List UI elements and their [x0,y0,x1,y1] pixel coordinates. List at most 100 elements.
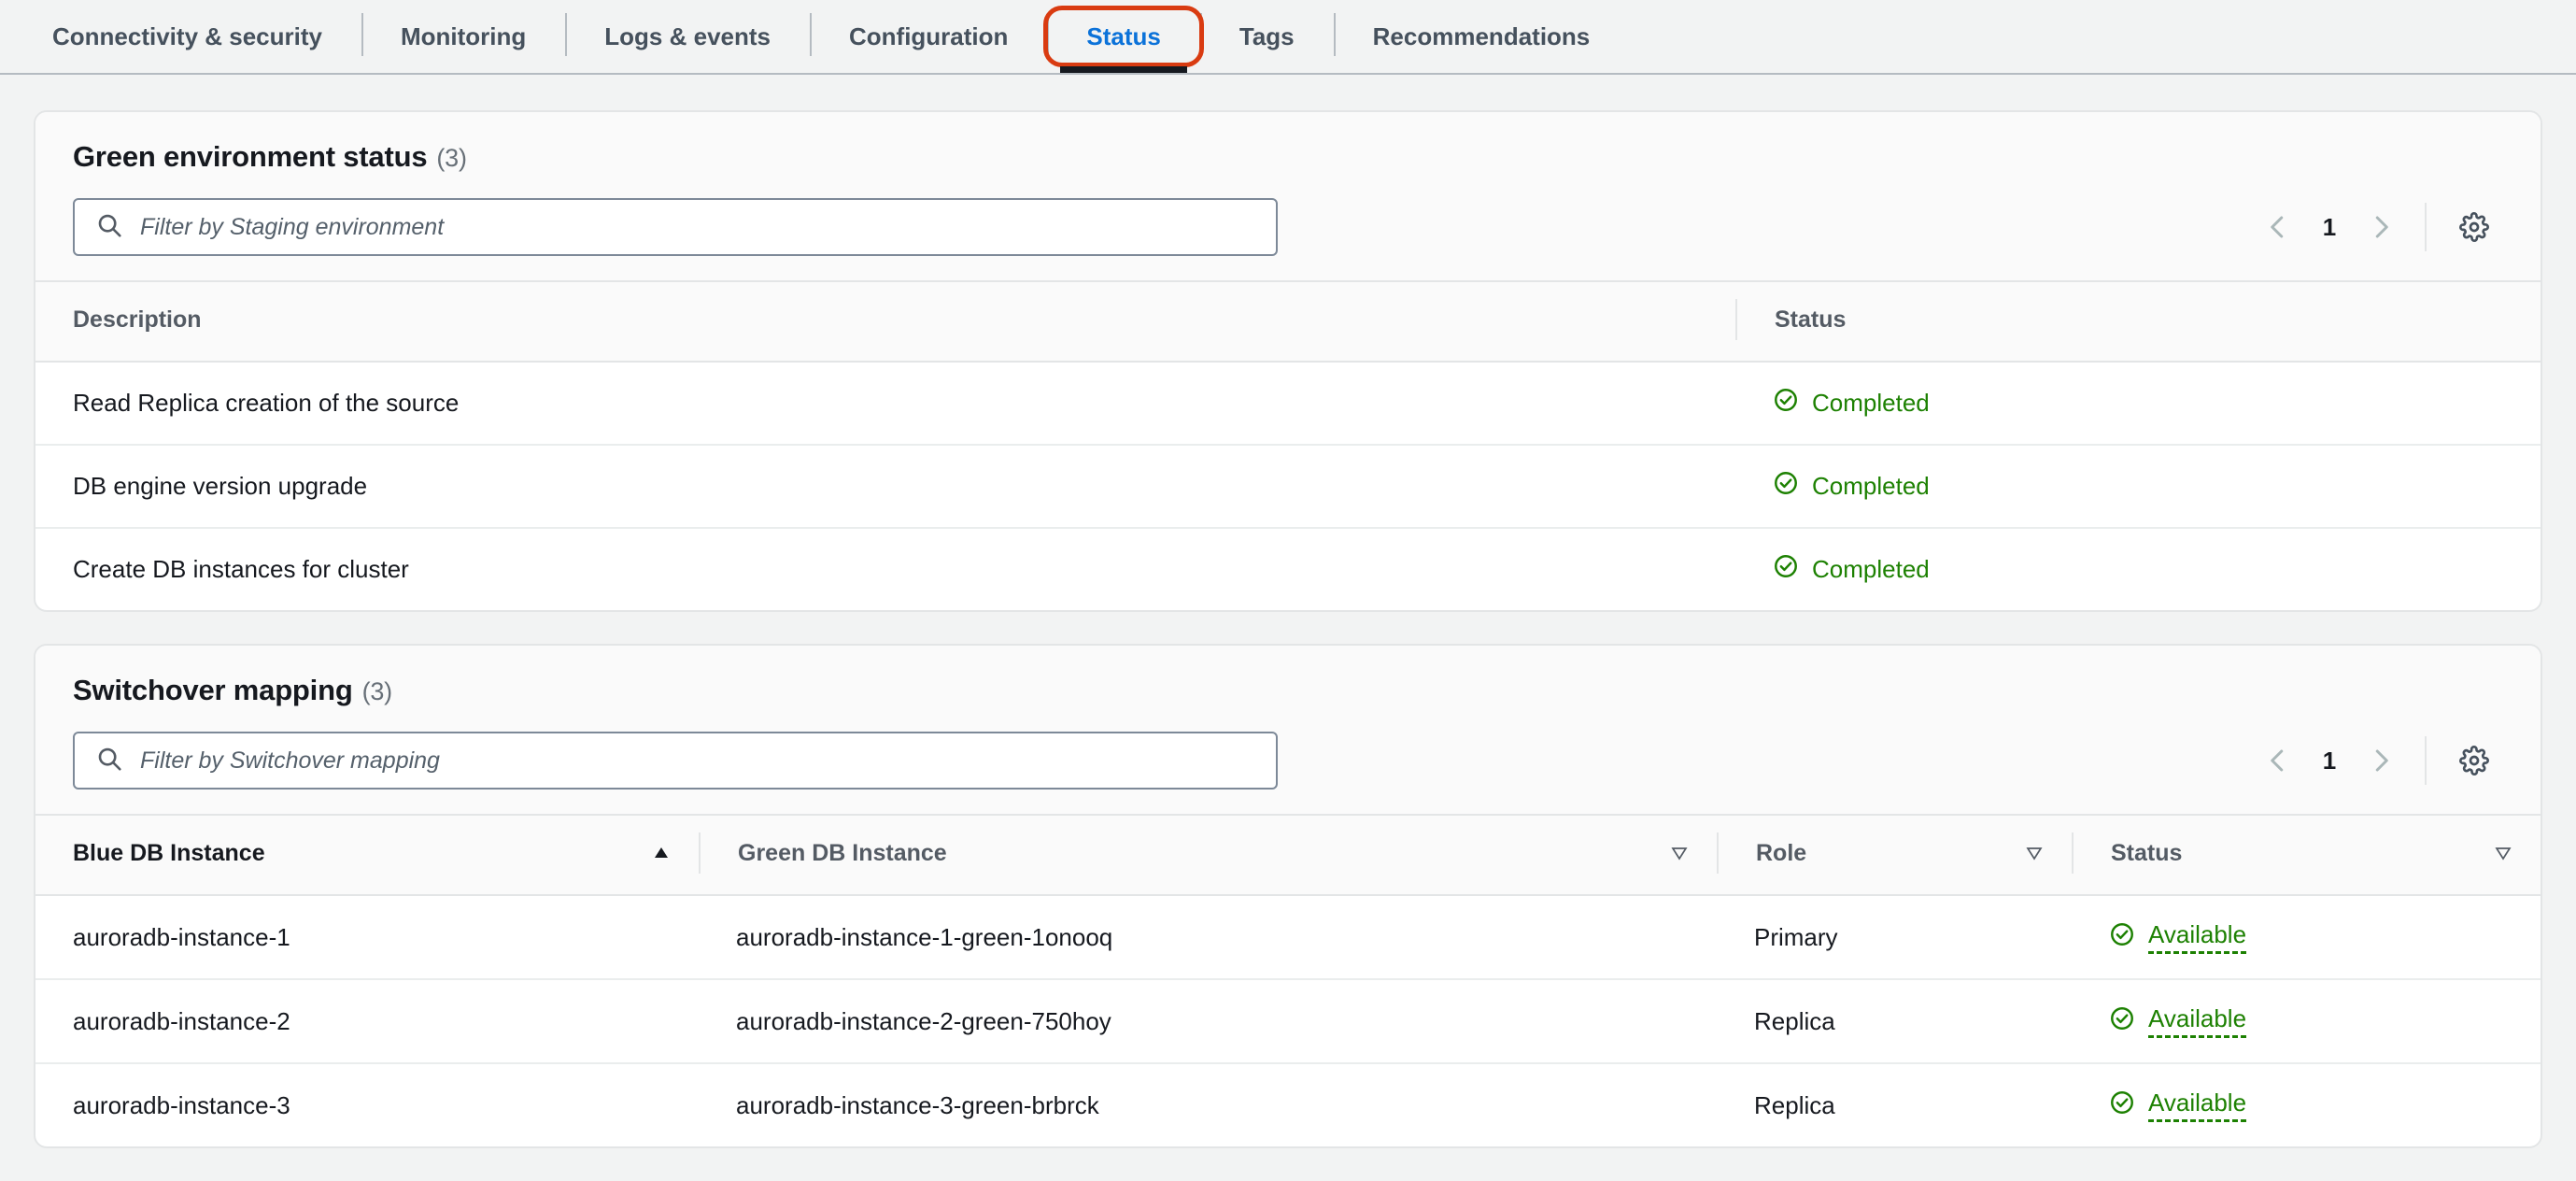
column-header-blue-db-instance[interactable]: Blue DB Instance [35,814,699,896]
tab-label: Connectivity & security [52,21,322,50]
chevron-right-icon[interactable] [2354,733,2408,788]
cell-role: Primary [1717,895,2072,980]
card-header: Green environment status (3) [35,112,2541,174]
chevron-right-icon[interactable] [2354,200,2408,254]
cell-blue-db-instance: auroradb-instance-2 [35,979,699,1064]
table-header-row: Blue DB Instance Green DB Instance Role … [35,814,2541,896]
status-badge[interactable]: Available [2148,920,2247,954]
switchover-mapping-table: Blue DB Instance Green DB Instance Role … [35,814,2541,1146]
column-header-description: Description [35,280,1735,363]
column-header-status: Status [1735,280,2541,363]
green-environment-status-card: Green environment status (3) Filter by S… [34,110,2542,612]
cell-status: Available [2072,895,2541,980]
detail-tabs: Connectivity & security Monitoring Logs … [0,0,2576,75]
cell-green-db-instance: auroradb-instance-1-green-1onooq [699,895,1717,980]
sort-ascending-icon [650,842,672,864]
column-label: Status [1775,306,1847,333]
column-header-green-db-instance[interactable]: Green DB Instance [699,814,1717,896]
status-badge: Completed [1812,389,1930,417]
tab-configuration[interactable]: Configuration [810,0,1047,73]
tab-label: Status [1086,21,1161,50]
staging-environment-filter[interactable] [73,198,1278,256]
check-circle-icon [2109,1005,2135,1038]
tab-label: Monitoring [400,21,527,50]
cell-status: Available [2072,979,2541,1064]
cell-description: Create DB instances for cluster [73,555,409,583]
table-row: DB engine version upgrade Completed [35,445,2541,529]
gear-icon[interactable] [2447,200,2501,254]
page-number[interactable]: 1 [2309,747,2350,775]
tab-connectivity-security[interactable]: Connectivity & security [13,0,361,73]
tab-tags[interactable]: Tags [1199,0,1334,73]
column-label: Status [2111,839,2183,866]
check-circle-icon [1773,387,1799,420]
tab-logs-events[interactable]: Logs & events [565,0,810,73]
table-toolbar: 1 [35,174,2541,280]
sort-descending-icon [2023,842,2045,864]
gear-icon[interactable] [2447,733,2501,788]
check-circle-icon [1773,553,1799,586]
toolbar-divider [2425,203,2427,251]
item-count: (3) [436,144,467,172]
page-title: Green environment status (3) [73,140,2503,174]
sort-descending-icon [2492,842,2514,864]
cell-status: Completed [1735,445,2541,529]
cell-green-db-instance: auroradb-instance-3-green-brbrck [736,1090,1099,1119]
toolbar-divider [2425,736,2427,785]
cell-status: Available [2072,1063,2541,1146]
column-header-status[interactable]: Status [2072,814,2541,896]
search-input[interactable] [138,733,1142,788]
chevron-left-icon[interactable] [2251,200,2305,254]
cell-status: Completed [1735,362,2541,446]
table-toolbar: 1 [35,707,2541,814]
cell-blue-db-instance: auroradb-instance-1 [35,895,699,980]
card-header: Switchover mapping (3) [35,646,2541,707]
cell-blue-db-instance: auroradb-instance-3 [73,1090,290,1119]
cell-description: Read Replica creation of the source [35,362,1735,446]
page-number[interactable]: 1 [2309,213,2350,242]
tab-recommendations[interactable]: Recommendations [1333,0,1630,73]
search-input[interactable] [138,200,1142,254]
section-title: Green environment status [73,140,428,173]
table-row: auroradb-instance-3 auroradb-instance-3-… [35,1063,2541,1146]
search-icon [95,745,123,777]
cell-role: Replica [1717,979,2072,1064]
status-badge[interactable]: Available [2148,1004,2247,1038]
table-header-row: Description Status [35,280,2541,363]
check-circle-icon [1773,470,1799,503]
table-row: auroradb-instance-1 auroradb-instance-1-… [35,895,2541,980]
search-icon [95,211,123,244]
cell-status: Completed [1735,528,2541,610]
tab-label: Configuration [849,21,1009,50]
cell-description: DB engine version upgrade [35,445,1735,529]
pagination: 1 [2251,200,2408,254]
column-label: Role [1756,839,1807,866]
tab-label: Recommendations [1372,21,1591,50]
status-badge: Completed [1812,472,1930,500]
tab-monitoring[interactable]: Monitoring [361,0,565,73]
page-root: Connectivity & security Monitoring Logs … [0,0,2576,1181]
switchover-mapping-filter[interactable] [73,732,1278,790]
toolbar-right: 1 [2251,200,2507,254]
column-label: Green DB Instance [738,839,947,866]
cell-role: Replica [1754,1090,1835,1119]
column-label: Description [73,306,202,333]
pagination: 1 [2251,733,2408,788]
page-title: Switchover mapping (3) [73,674,2503,707]
column-header-role[interactable]: Role [1717,814,2072,896]
tab-status[interactable]: Status [1043,0,1204,73]
table-row: auroradb-instance-2 auroradb-instance-2-… [35,979,2541,1064]
table-row: Read Replica creation of the source Comp… [35,362,2541,446]
chevron-left-icon[interactable] [2251,733,2305,788]
check-circle-icon [2109,1089,2135,1122]
status-badge: Completed [1812,555,1930,583]
tab-label: Logs & events [604,21,771,50]
column-label: Blue DB Instance [73,839,265,866]
status-badge[interactable]: Available [2148,1089,2247,1122]
tab-label: Tags [1238,21,1295,50]
table-row: Create DB instances for cluster Complete… [35,528,2541,610]
toolbar-right: 1 [2251,733,2507,788]
switchover-mapping-card: Switchover mapping (3) Filter by Switcho… [34,644,2542,1148]
sort-descending-icon [1668,842,1691,864]
item-count: (3) [361,677,393,705]
